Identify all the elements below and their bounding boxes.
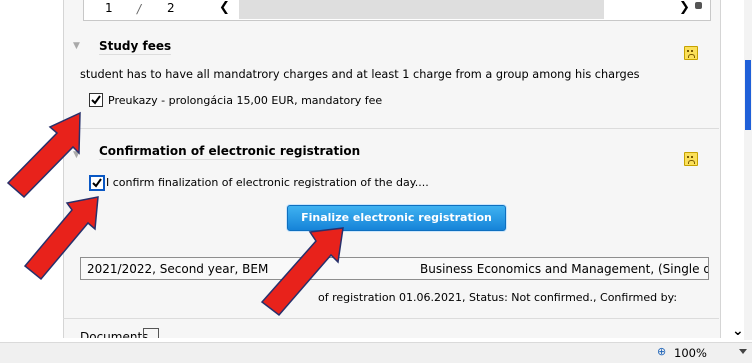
red-arrow-icon [6, 111, 81, 199]
red-arrow-icon [23, 196, 99, 281]
annotation-arrows [6, 111, 344, 317]
red-arrow-icon [260, 227, 344, 317]
